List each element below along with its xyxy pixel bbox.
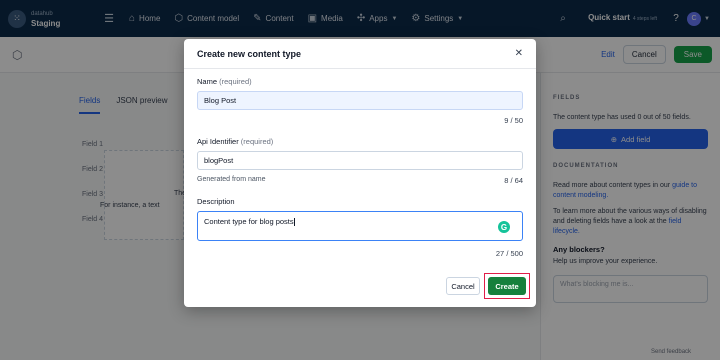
api-identifier-char-count: 8 / 64 <box>504 176 523 185</box>
create-content-type-dialog: Create new content type ✕ Name (required… <box>184 39 536 307</box>
api-identifier-label: Api Identifier (required) <box>197 137 274 146</box>
description-char-count: 27 / 500 <box>495 249 523 258</box>
dialog-title: Create new content type <box>197 48 302 59</box>
name-field[interactable]: Blog Post <box>197 91 523 110</box>
description-label: Description <box>197 197 235 206</box>
name-char-count: 9 / 50 <box>504 116 523 125</box>
grammarly-icon[interactable]: G <box>498 221 510 233</box>
api-identifier-hint: Generated from name <box>197 176 266 183</box>
description-field[interactable]: Content type for blog posts G <box>197 211 523 241</box>
create-button[interactable]: Create <box>488 277 526 295</box>
name-label: Name (required) <box>197 77 252 86</box>
close-icon[interactable]: ✕ <box>515 48 523 59</box>
description-text: Content type for blog posts <box>204 217 294 226</box>
dialog-cancel-button[interactable]: Cancel <box>446 277 480 295</box>
api-identifier-field[interactable]: blogPost <box>197 151 523 170</box>
